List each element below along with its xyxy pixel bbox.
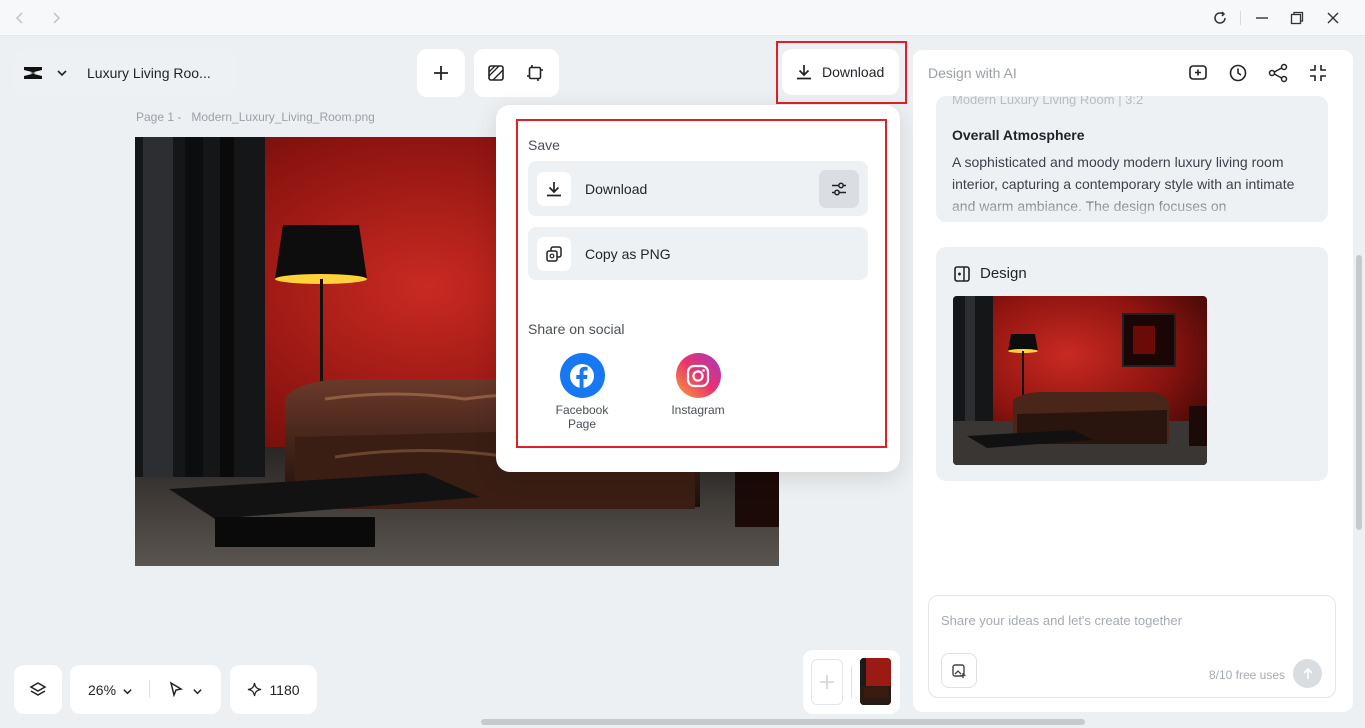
pointer-icon[interactable] [168, 681, 184, 700]
plus-icon [434, 66, 448, 80]
back-arrow-icon[interactable] [11, 9, 29, 27]
prompt-box[interactable]: Share your ideas and let's create togeth… [928, 595, 1336, 698]
add-page-button[interactable] [811, 659, 843, 705]
message-faded-title: Modern Luxury Living Room | 3:2 [952, 96, 1144, 107]
project-title[interactable]: Luxury Living Roo... [87, 65, 211, 81]
pages-divider [851, 666, 852, 698]
design-thumbnail[interactable] [953, 296, 1207, 465]
zoom-level[interactable]: 26% [88, 682, 116, 698]
free-uses-count: 8/10 free uses [1208, 668, 1285, 682]
pages-strip [803, 650, 900, 714]
ai-message-card: Modern Luxury Living Room | 3:2 Overall … [936, 96, 1328, 222]
project-menu[interactable]: Luxury Living Roo... [14, 50, 236, 96]
send-button[interactable] [1293, 659, 1322, 688]
plus-icon [820, 675, 834, 689]
collapse-icon[interactable] [1307, 62, 1329, 84]
close-icon[interactable] [1324, 9, 1342, 27]
page-label: Page 1 - Modern_Luxury_Living_Room.png [136, 110, 375, 124]
ai-panel-title: Design with AI [928, 65, 1017, 81]
add-button[interactable] [417, 49, 465, 97]
page-thumbnail[interactable] [860, 658, 891, 705]
pointer-chevron-icon[interactable] [192, 684, 203, 700]
zoom-controls: 26% [70, 665, 221, 714]
resize-icon[interactable] [526, 64, 544, 87]
add-image-button[interactable] [941, 653, 977, 688]
minimize-icon[interactable] [1253, 9, 1271, 27]
chevron-down-icon[interactable] [56, 66, 68, 84]
design-icon [953, 265, 971, 288]
layers-icon [29, 681, 47, 696]
arrow-up-icon [1302, 667, 1313, 679]
atmosphere-heading: Overall Atmosphere [952, 127, 1085, 143]
zoom-chevron-icon[interactable] [122, 684, 133, 700]
share-nodes-icon[interactable] [1267, 62, 1289, 84]
text-fade-overlay [936, 192, 1328, 222]
zoom-divider [149, 680, 150, 698]
horizontal-scrollbar[interactable] [481, 719, 1085, 725]
download-button-highlight [776, 41, 907, 104]
design-card: Design [936, 247, 1328, 481]
layers-button[interactable] [14, 665, 62, 714]
prompt-placeholder[interactable]: Share your ideas and let's create togeth… [941, 613, 1182, 628]
title-bar [0, 0, 1365, 36]
vertical-scrollbar[interactable] [1356, 255, 1362, 530]
refresh-icon[interactable] [1211, 9, 1229, 27]
credits-button[interactable]: 1180 [230, 665, 317, 714]
background-remove-icon[interactable] [487, 64, 505, 87]
canvas-tools-group [474, 49, 559, 97]
credits-count: 1180 [269, 681, 300, 698]
design-heading: Design [980, 265, 1027, 282]
capcut-logo-icon [22, 64, 44, 87]
new-chat-icon[interactable] [1187, 62, 1209, 84]
sparkle-icon [248, 682, 262, 697]
image-add-icon [952, 663, 966, 678]
forward-arrow-icon[interactable] [47, 9, 65, 27]
restore-icon[interactable] [1288, 9, 1306, 27]
download-menu-highlight [516, 119, 887, 448]
history-icon[interactable] [1227, 62, 1249, 84]
titlebar-separator [1240, 11, 1241, 25]
